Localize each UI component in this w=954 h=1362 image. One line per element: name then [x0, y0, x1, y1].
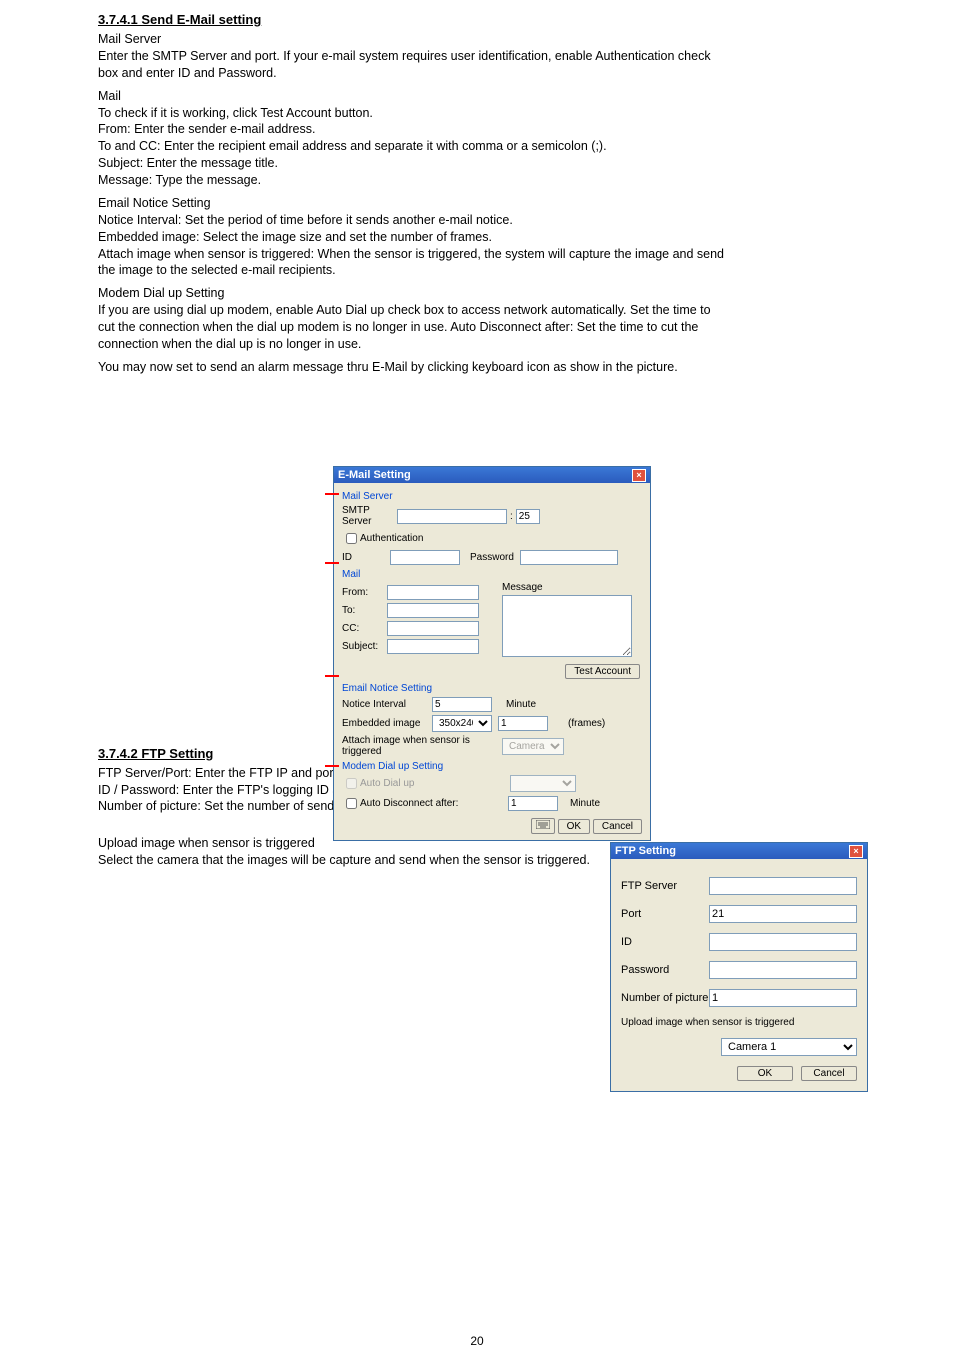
port-input[interactable] — [516, 509, 540, 524]
keyboard-paragraph: You may now set to send an alarm message… — [98, 359, 724, 376]
auth-checkbox[interactable] — [346, 533, 357, 544]
cc-label: CC: — [342, 623, 387, 634]
to-input[interactable] — [387, 603, 479, 618]
keyboard-icon — [536, 820, 550, 829]
email-dialog: E-Mail Setting × Mail Server SMTP Server… — [333, 466, 651, 841]
password-label: Password — [470, 552, 520, 563]
close-icon[interactable]: × — [849, 845, 863, 858]
auto-dial-select — [510, 775, 576, 792]
smtp-label: SMTP Server — [342, 505, 397, 527]
embedded-frames-input[interactable] — [498, 716, 548, 731]
ftp-password-input[interactable] — [709, 961, 857, 979]
ftp-dialog-titlebar: FTP Setting × — [611, 843, 867, 859]
embedded-image-label: Embedded image — [342, 718, 432, 729]
ftp-port-input[interactable] — [709, 905, 857, 923]
subject-input[interactable] — [387, 639, 479, 654]
page-number: 20 — [0, 1334, 954, 1348]
id-input[interactable] — [390, 550, 460, 565]
group-mail-server: Mail Server — [342, 491, 642, 502]
message-label: Message — [502, 582, 642, 593]
notice-interval-input[interactable] — [432, 697, 492, 712]
mail-server-paragraph: Mail Server Enter the SMTP Server and po… — [98, 31, 724, 82]
ftp-dialog: FTP Setting × FTP Server Port ID Passwor… — [610, 842, 868, 1092]
ftp-password-label: Password — [621, 964, 709, 976]
email-section-heading: 3.7.4.1 Send E-Mail setting — [98, 12, 954, 27]
attach-camera-select: Camera 1 — [502, 738, 564, 755]
ok-button[interactable]: OK — [558, 819, 590, 834]
group-mail: Mail — [342, 569, 642, 580]
to-label: To: — [342, 605, 387, 616]
auto-dial-checkbox — [346, 778, 357, 789]
ftp-server-input[interactable] — [709, 877, 857, 895]
colon-label: : — [510, 511, 513, 522]
group-email-notice: Email Notice Setting — [342, 683, 642, 694]
frames-label: (frames) — [568, 718, 605, 729]
ftp-numpic-label: Number of picture — [621, 992, 709, 1004]
auto-dial-label: Auto Dial up — [360, 778, 510, 789]
ftp-server-label: FTP Server — [621, 880, 709, 892]
test-account-button[interactable]: Test Account — [565, 664, 640, 679]
ftp-ok-button[interactable]: OK — [737, 1066, 793, 1081]
id-label: ID — [342, 552, 390, 563]
email-dialog-title: E-Mail Setting — [338, 469, 411, 481]
ftp-port-label: Port — [621, 908, 709, 920]
ftp-id-input[interactable] — [709, 933, 857, 951]
ftp-upload-label: Upload image when sensor is triggered — [621, 1017, 857, 1028]
embedded-size-select[interactable]: 350x240 — [432, 715, 492, 732]
close-icon[interactable]: × — [632, 469, 646, 482]
auto-disconnect-label: Auto Disconnect after: — [360, 798, 508, 809]
email-notice-paragraph: Email Notice Setting Notice Interval: Se… — [98, 195, 724, 279]
modem-paragraph: Modem Dial up Setting If you are using d… — [98, 285, 724, 353]
minute-label-2: Minute — [570, 798, 600, 809]
message-textarea[interactable] — [502, 595, 632, 657]
group-modem: Modem Dial up Setting — [342, 761, 642, 772]
auto-disconnect-checkbox[interactable] — [346, 798, 357, 809]
smtp-input[interactable] — [397, 509, 507, 524]
mail-paragraph: Mail To check if it is working, click Te… — [98, 88, 724, 189]
keyboard-button[interactable] — [531, 818, 555, 834]
password-input[interactable] — [520, 550, 618, 565]
minute-label: Minute — [506, 699, 536, 710]
ftp-cancel-button[interactable]: Cancel — [801, 1066, 857, 1081]
cancel-button[interactable]: Cancel — [593, 819, 642, 834]
from-input[interactable] — [387, 585, 479, 600]
ftp-id-label: ID — [621, 936, 709, 948]
email-dialog-titlebar: E-Mail Setting × — [334, 467, 650, 483]
subject-label: Subject: — [342, 641, 387, 652]
ftp-camera-select[interactable]: Camera 1 — [721, 1038, 857, 1056]
ftp-dialog-title: FTP Setting — [615, 845, 676, 857]
cc-input[interactable] — [387, 621, 479, 636]
from-label: From: — [342, 587, 387, 598]
auto-disconnect-input[interactable] — [508, 796, 558, 811]
auth-label: Authentication — [360, 533, 423, 544]
ftp-numpic-input[interactable] — [709, 989, 857, 1007]
notice-interval-label: Notice Interval — [342, 699, 432, 710]
attach-image-label: Attach image when sensor is triggered — [342, 735, 502, 757]
